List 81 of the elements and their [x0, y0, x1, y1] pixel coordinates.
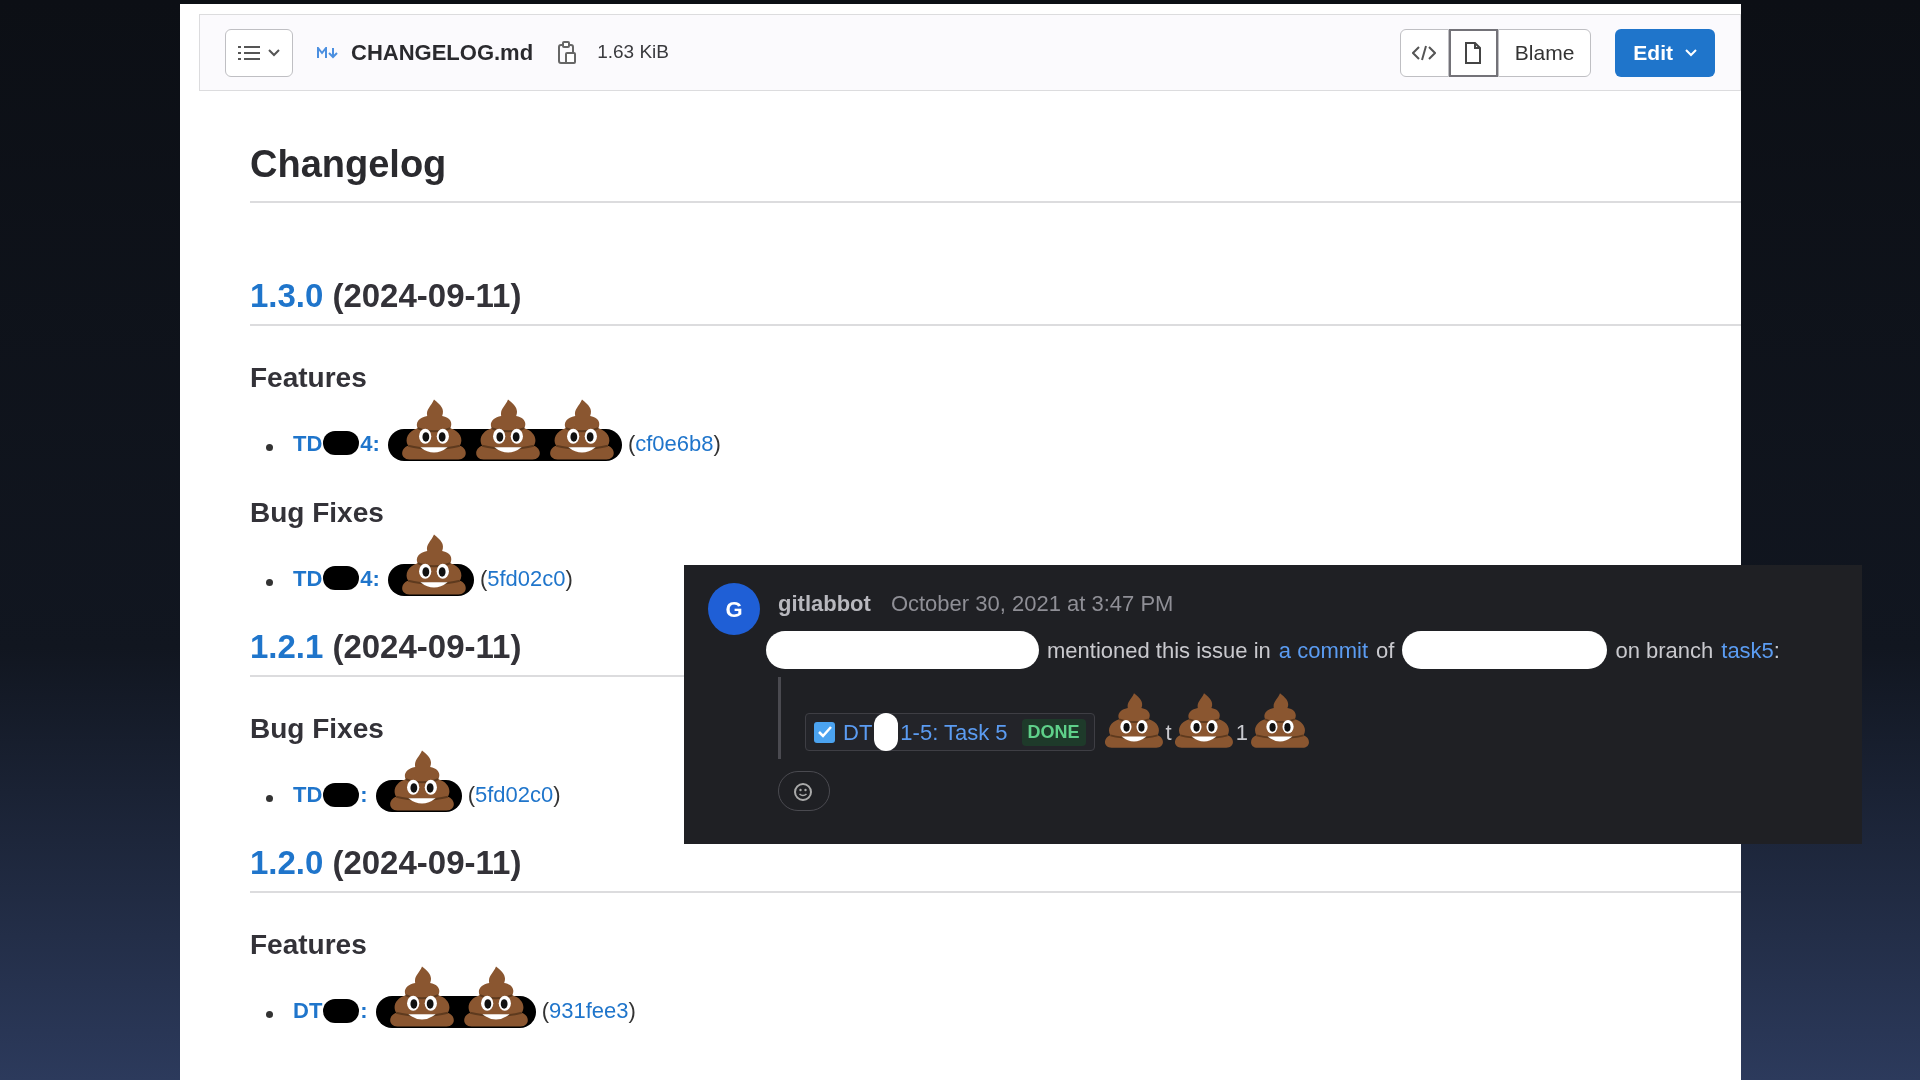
issue-link[interactable]: 4: [360, 426, 380, 460]
file-size: 1.63 KiB [597, 40, 669, 65]
poop-emoji-icon [387, 749, 456, 812]
file-name: CHANGELOG.md [351, 39, 534, 67]
message-text: : [1773, 636, 1780, 665]
issue-link[interactable]: : [360, 994, 368, 1028]
text-link[interactable]: a commit [1278, 633, 1369, 667]
section-heading: Bug Fixes [250, 495, 384, 530]
message-text: 1 [1235, 719, 1248, 747]
poop-emoji-icon [547, 397, 616, 461]
bracket-text: ( [467, 782, 475, 807]
issue-link[interactable]: : [360, 778, 368, 811]
message-text: mentioned this issue in [1047, 636, 1271, 665]
poop-emoji-icon [399, 397, 468, 461]
bullet [266, 795, 273, 802]
code-view-button[interactable] [1399, 28, 1449, 77]
smiley-icon [794, 781, 814, 801]
release-date: (2024-09-11) [332, 275, 522, 316]
commit-link[interactable]: 5fd02c0 [487, 565, 566, 591]
message-text: on branch [1615, 636, 1714, 665]
poop-emoji-icon [387, 965, 456, 1029]
bracket-text: ) [553, 782, 561, 807]
bullet [266, 578, 273, 586]
status-badge: DONE [1021, 718, 1086, 746]
check-icon [817, 726, 832, 738]
commit-link[interactable]: 931fee3 [549, 998, 629, 1024]
bracket-text: ( [541, 998, 549, 1024]
version-link[interactable]: 1.2.1 [250, 625, 324, 667]
avatar: G [708, 583, 760, 635]
issue-link[interactable]: DT [293, 994, 323, 1028]
issue-link[interactable]: 4: [360, 561, 380, 595]
poop-emoji-icon [473, 397, 542, 461]
list-icon [238, 44, 260, 61]
copy-icon[interactable] [557, 40, 578, 65]
bullet [266, 1011, 273, 1019]
message-text: t [1165, 719, 1172, 747]
redaction-mark [323, 431, 360, 456]
issue-title: DT [843, 718, 873, 747]
version-link[interactable]: 1.3.0 [250, 274, 324, 316]
poop-emoji-icon [461, 965, 530, 1029]
chevron-down-icon [1685, 48, 1697, 57]
code-icon [1412, 44, 1437, 61]
bracket-text: ) [565, 565, 573, 591]
issue-link[interactable]: TD [293, 561, 323, 595]
page-heading: Changelog [250, 109, 1741, 203]
poop-emoji-icon [1102, 692, 1165, 749]
poop-emoji-icon [1172, 692, 1235, 749]
section-heading: Features [250, 928, 367, 963]
issue-link[interactable]: TD [293, 426, 323, 460]
release-date: (2024-09-11) [332, 843, 522, 883]
redaction-mark [323, 782, 360, 807]
poop-emoji-icon [1248, 692, 1311, 749]
issue-title: 1-5: Task 5 [900, 718, 1008, 747]
message-text: of [1376, 636, 1395, 665]
redaction-mark [323, 998, 360, 1023]
bracket-text: ) [713, 430, 721, 456]
release-date: (2024-09-11) [332, 626, 522, 667]
bracket-text: ) [628, 998, 636, 1024]
poop-emoji-icon [399, 532, 468, 596]
outline-dropdown-button[interactable] [225, 28, 293, 77]
markdown-icon [317, 46, 339, 59]
section-heading: Bug Fixes [250, 712, 384, 746]
issue-chip[interactable]: DT 1-5: Task 5 DONE [805, 713, 1095, 751]
redaction-mark [874, 713, 899, 751]
chevron-down-icon [268, 48, 280, 57]
commit-link[interactable]: cf0e6b8 [635, 430, 714, 456]
section-heading: Features [250, 360, 367, 395]
author-name[interactable]: gitlabbot [778, 586, 871, 620]
edit-button[interactable]: Edit [1615, 28, 1715, 77]
version-link[interactable]: 1.2.0 [250, 842, 324, 884]
text-link[interactable]: task5 [1721, 633, 1774, 667]
file-icon [1464, 41, 1483, 64]
bracket-text: ( [479, 565, 488, 591]
bracket-text: ( [627, 430, 636, 456]
blame-button[interactable]: Blame [1497, 28, 1592, 77]
commit-link[interactable]: 5fd02c0 [475, 782, 554, 807]
bullet [266, 443, 273, 451]
issue-link[interactable]: TD [293, 778, 323, 811]
preview-button[interactable] [1448, 28, 1498, 77]
redaction-mark [323, 566, 360, 591]
comment-time: October 30, 2021 at 3:47 PM [890, 589, 1174, 618]
